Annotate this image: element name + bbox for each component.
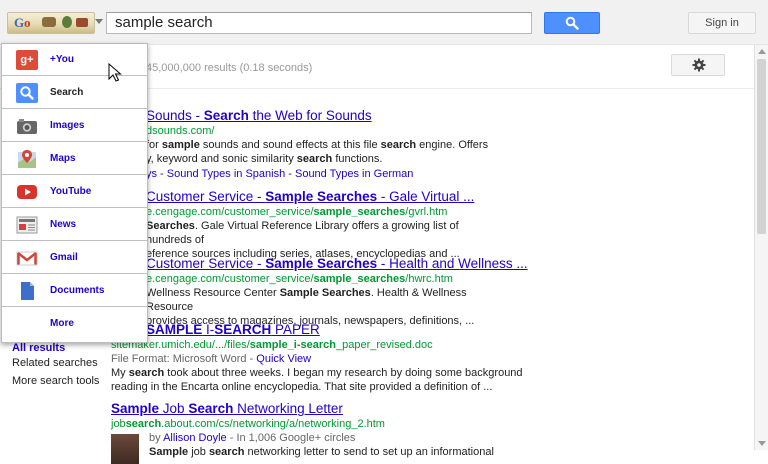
menu-item-plus-you[interactable]: g+ +You bbox=[2, 44, 147, 76]
scroll-up-arrow-icon[interactable] bbox=[758, 49, 766, 54]
author-link[interactable]: Allison Doyle bbox=[163, 432, 227, 444]
search-icon bbox=[16, 83, 38, 103]
gear-icon bbox=[692, 58, 706, 72]
result-title-link[interactable]: Customer Service - Sample Searches - Gal… bbox=[146, 189, 474, 204]
result-url: dsounds.com/ bbox=[146, 125, 215, 137]
result-snippet: Sample job search networking letter to s… bbox=[149, 446, 494, 458]
scroll-down-arrow-icon[interactable] bbox=[758, 441, 766, 446]
menu-item-search[interactable]: Search bbox=[2, 77, 147, 109]
search-result-4: SAMPLE I-SEARCH PAPER sitemaker.umich.ed… bbox=[111, 322, 531, 394]
all-results-link[interactable]: All results bbox=[12, 342, 99, 354]
menu-item-documents[interactable]: Documents bbox=[2, 275, 147, 307]
newspaper-icon bbox=[16, 215, 38, 235]
result-title-link[interactable]: Customer Service - Sample Searches - Hea… bbox=[146, 256, 528, 271]
result-snippet: Searches. Gale Virtual Reference Library… bbox=[146, 220, 460, 260]
result-url: sitemaker.umich.edu/.../files/sample_i-s… bbox=[111, 339, 433, 351]
result-title-link[interactable]: Sample Job Search Networking Letter bbox=[111, 401, 343, 416]
mouse-cursor-icon bbox=[108, 63, 122, 82]
top-bar: G o Sign in bbox=[0, 0, 768, 45]
sign-in-button[interactable]: Sign in bbox=[688, 12, 756, 34]
menu-item-more[interactable]: More bbox=[2, 308, 147, 340]
settings-button[interactable] bbox=[671, 54, 725, 76]
result-title-link[interactable]: Sounds - Search the Web for Sounds bbox=[146, 108, 372, 123]
result-url: e.cengage.com/customer_service/sample_se… bbox=[146, 273, 453, 285]
sidebar-tools: All results Related searches More search… bbox=[12, 342, 99, 387]
search-result-1: Sounds - Search the Web for Sounds dsoun… bbox=[146, 108, 506, 180]
result-snippet: for sample sounds and sound effects at t… bbox=[146, 139, 489, 165]
search-input[interactable] bbox=[106, 12, 532, 34]
author-avatar[interactable] bbox=[111, 434, 139, 464]
result-author: by Allison Doyle - In 1,006 Google+ circ… bbox=[149, 432, 356, 444]
menu-item-maps[interactable]: Maps bbox=[2, 143, 147, 175]
map-pin-icon bbox=[16, 149, 38, 169]
youtube-play-icon bbox=[16, 182, 38, 202]
page-scrollbar[interactable] bbox=[754, 45, 768, 450]
search-result-5: Sample Job Search Networking Letter jobs… bbox=[111, 401, 531, 464]
result-url: e.cengage.com/customer_service/sample_se… bbox=[146, 206, 448, 218]
logo-dropdown-arrow-icon[interactable] bbox=[95, 19, 103, 24]
scrollbar-thumb[interactable] bbox=[757, 59, 766, 234]
camera-icon bbox=[16, 116, 38, 136]
result-file-format: File Format: Microsoft Word - Quick View bbox=[111, 353, 312, 365]
result-url: jobsearch.about.com/cs/networking/a/netw… bbox=[111, 418, 385, 430]
google-apps-dropdown-menu: g+ +You Search Images Maps YouTube News … bbox=[1, 43, 148, 343]
google-plus-icon: g+ bbox=[16, 50, 38, 70]
result-sitelinks[interactable]: ys - Sound Types in Spanish - Sound Type… bbox=[146, 168, 506, 180]
search-result-2: Customer Service - Sample Searches - Gal… bbox=[146, 189, 506, 261]
menu-item-gmail[interactable]: Gmail bbox=[2, 242, 147, 274]
result-snippet: My search took about three weeks. I bega… bbox=[111, 367, 523, 393]
result-stats: 45,000,000 results (0.18 seconds) bbox=[146, 62, 313, 74]
search-icon bbox=[565, 16, 579, 30]
search-result-3: Customer Service - Sample Searches - Hea… bbox=[146, 256, 528, 328]
menu-item-images[interactable]: Images bbox=[2, 110, 147, 142]
document-icon bbox=[16, 281, 38, 301]
more-search-tools-link[interactable]: More search tools bbox=[12, 375, 99, 387]
related-searches-link[interactable]: Related searches bbox=[12, 357, 99, 369]
quick-view-link[interactable]: Quick View bbox=[256, 353, 311, 365]
google-doodle-logo[interactable]: G o bbox=[7, 12, 95, 34]
gmail-envelope-icon bbox=[16, 248, 38, 268]
menu-item-youtube[interactable]: YouTube bbox=[2, 176, 147, 208]
search-button[interactable] bbox=[544, 12, 600, 34]
menu-item-news[interactable]: News bbox=[2, 209, 147, 241]
